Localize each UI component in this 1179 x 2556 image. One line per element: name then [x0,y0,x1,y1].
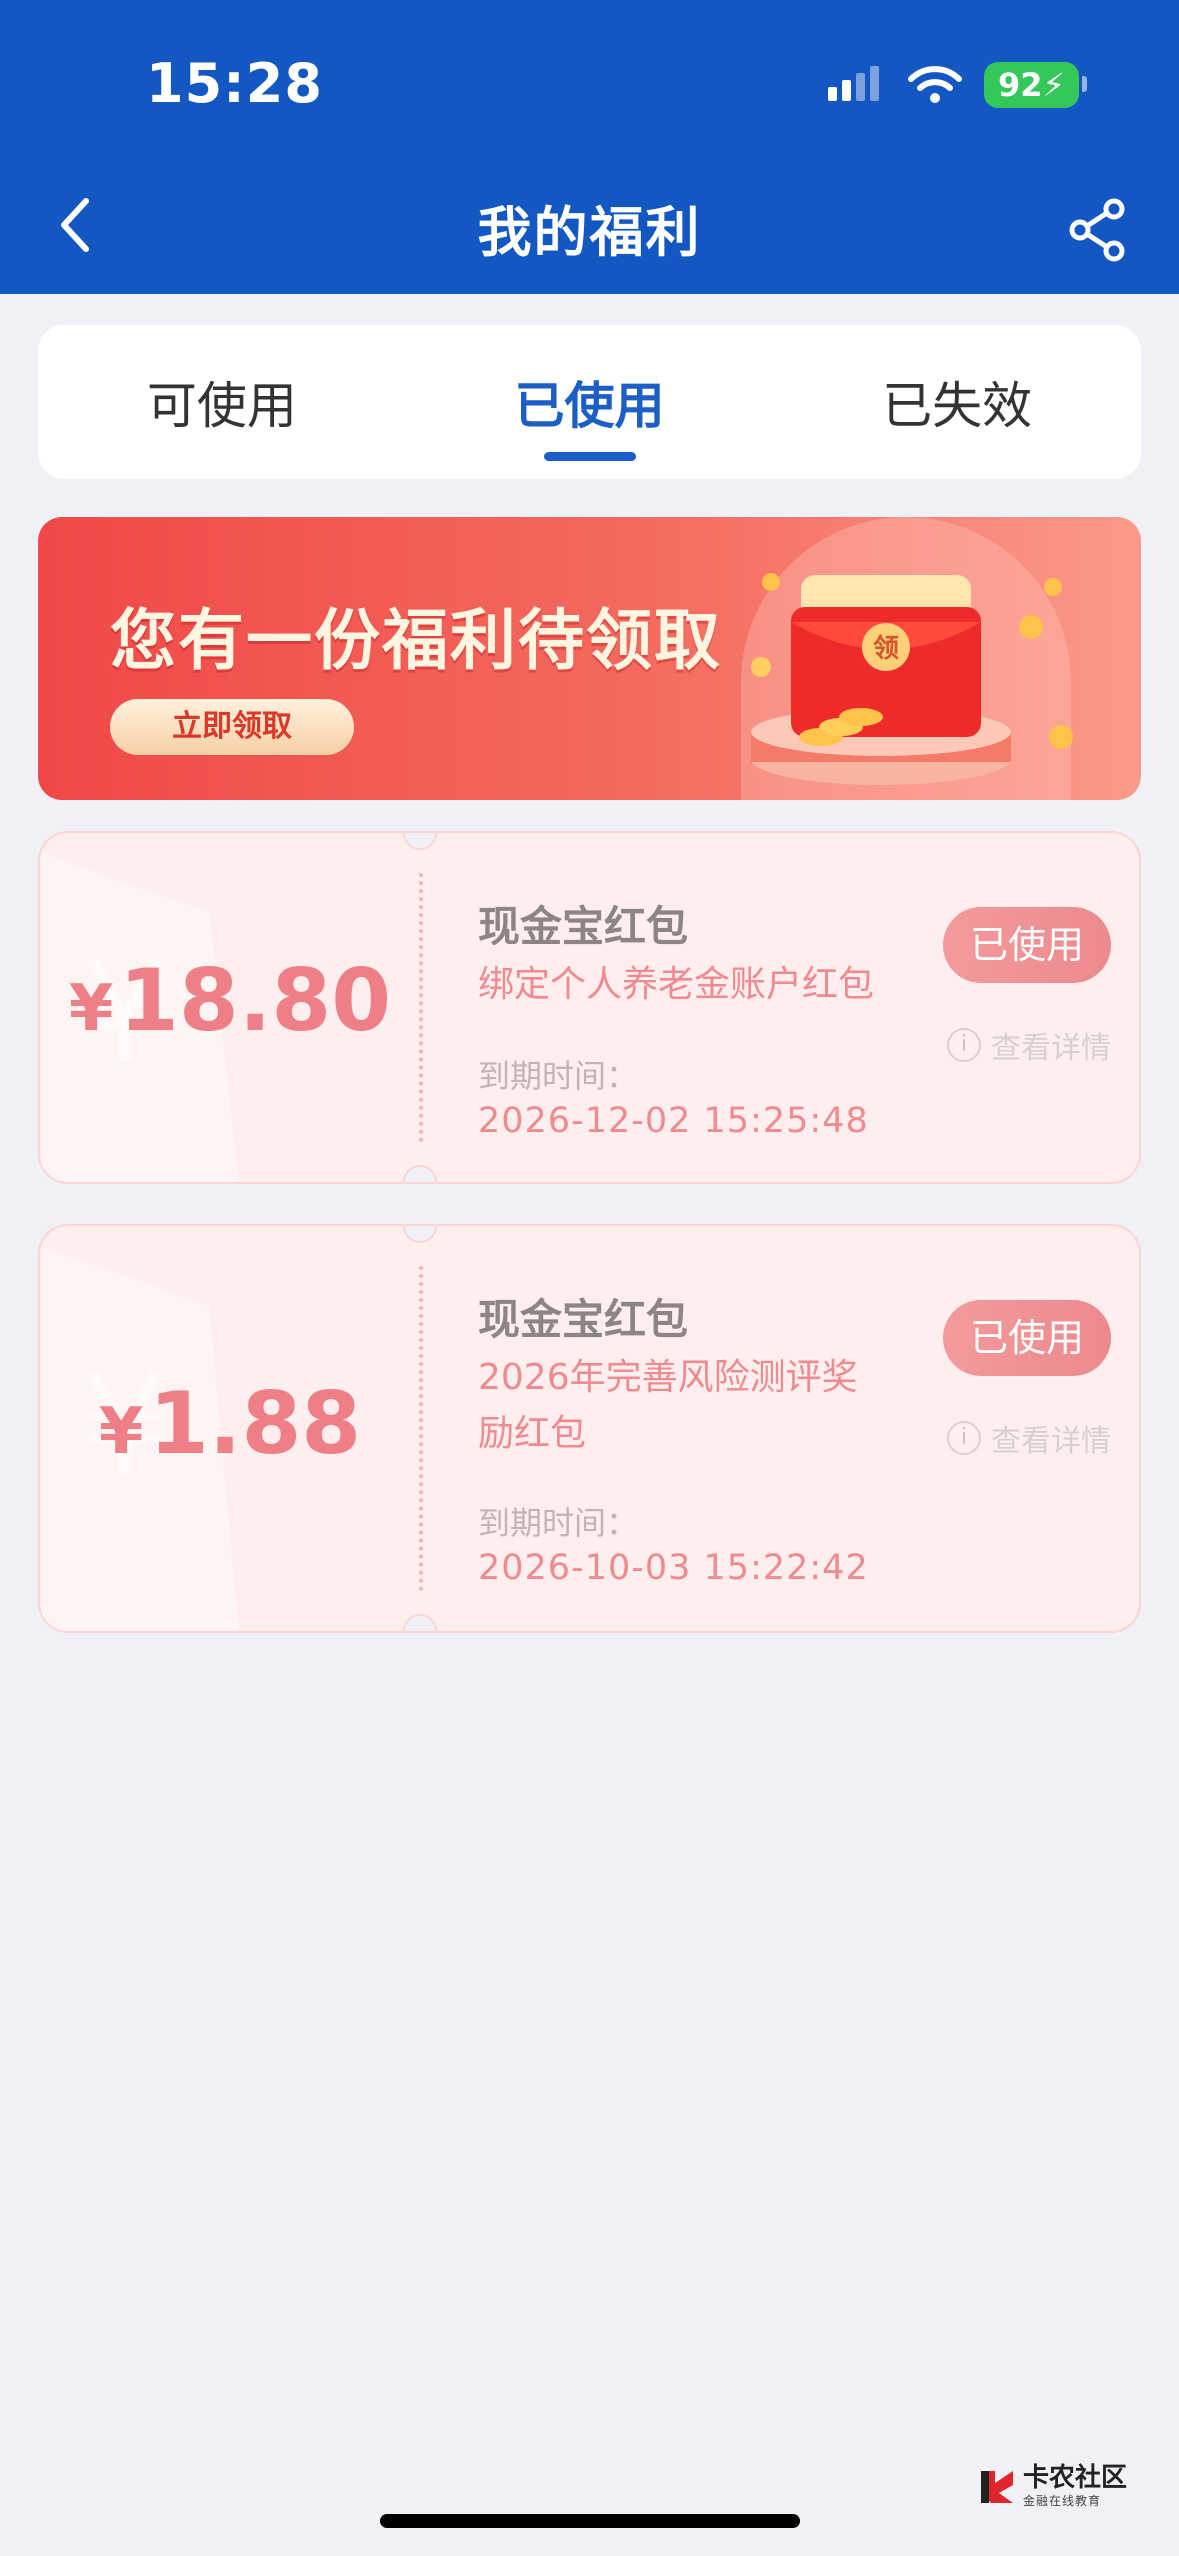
expiry-time: 2026-12-02 15:25:48 [478,1101,869,1141]
tab-label: 已使用 [514,377,665,435]
view-details-link[interactable]: i 查看详情 [947,1416,1111,1460]
coupon-notch-top [403,1226,437,1243]
tab-expired[interactable]: 已失效 [773,325,1141,479]
battery-level: 92 [998,66,1043,104]
envelope-label: 领 [873,633,899,664]
expiry-label: 到期时间： [478,1504,639,1542]
coupon-notch-bottom [403,1614,437,1631]
coupon-amount: ¥ 18.80 [40,951,420,1051]
wifi-icon [908,66,962,103]
expiry-time: 2026-10-03 15:22:42 [478,1548,869,1588]
app-header: 15:28 92⚡ 我的福利 [0,0,1179,294]
page-title: 我的福利 [477,201,702,264]
coupon-title: 现金宝红包 [478,1295,689,1344]
coupon-notch-top [403,833,437,850]
view-details-link[interactable]: i 查看详情 [947,1023,1111,1067]
info-icon: i [947,1028,981,1062]
expiry-label: 到期时间： [478,1057,639,1095]
active-tab-indicator [543,452,636,461]
signal-icon [828,66,879,101]
status-time: 15:28 [146,52,323,115]
battery-indicator: 92⚡ [984,62,1087,108]
watermark-sub: 金融在线教育 [1022,2494,1101,2508]
currency-symbol: ¥ [98,1395,144,1469]
status-bar-icons: 92⚡ [826,60,1087,110]
info-icon: i [947,1421,981,1455]
share-button[interactable] [1063,190,1133,270]
site-watermark: 卡农社区 金融在线教育 [977,2464,1127,2509]
used-status-badge: 已使用 [943,907,1111,983]
coupon-amount: ¥ 1.88 [40,1374,420,1474]
watermark-text: 卡农社区 金融在线教育 [1023,2464,1127,2509]
red-envelope-illustration: 领 [751,573,1073,785]
claim-now-button[interactable]: 立即领取 [110,699,354,755]
coupon-card[interactable]: ¥ ¥ 18.80 现金宝红包 绑定个人养老金账户红包 到期时间： 2026-1… [38,831,1141,1184]
coupon-notch-bottom [403,1165,437,1182]
used-status-badge: 已使用 [943,1300,1111,1376]
tab-available[interactable]: 可使用 [38,325,406,479]
share-icon [1069,198,1125,262]
coupon-card[interactable]: ¥ ¥ 1.88 现金宝红包 2026年完善风险测评奖励红包 到期时间： 202… [38,1224,1141,1633]
kanong-logo-icon [980,2470,1013,2503]
amount-value: 18.80 [119,951,392,1051]
watermark-main: 卡农社区 [1022,2463,1127,2493]
view-details-label: 查看详情 [991,1424,1111,1459]
home-indicator[interactable] [380,2514,800,2528]
amount-value: 1.88 [148,1374,362,1474]
tab-used[interactable]: 已使用 [406,325,774,479]
banner-title: 您有一份福利待领取 [110,602,722,679]
coupon-description: 绑定个人养老金账户红包 [478,964,875,1005]
charging-icon: ⚡ [1042,66,1065,104]
tab-label: 已失效 [882,377,1033,435]
tab-label: 可使用 [146,377,297,435]
promo-banner[interactable]: 您有一份福利待领取 立即领取 领 [38,517,1141,800]
tab-bar: 可使用 已使用 已失效 [38,325,1141,479]
currency-symbol: ¥ [68,972,114,1046]
view-details-label: 查看详情 [991,1031,1111,1066]
coupon-title: 现金宝红包 [478,902,689,951]
coupon-description: 2026年完善风险测评奖励红包 [478,1357,858,1454]
